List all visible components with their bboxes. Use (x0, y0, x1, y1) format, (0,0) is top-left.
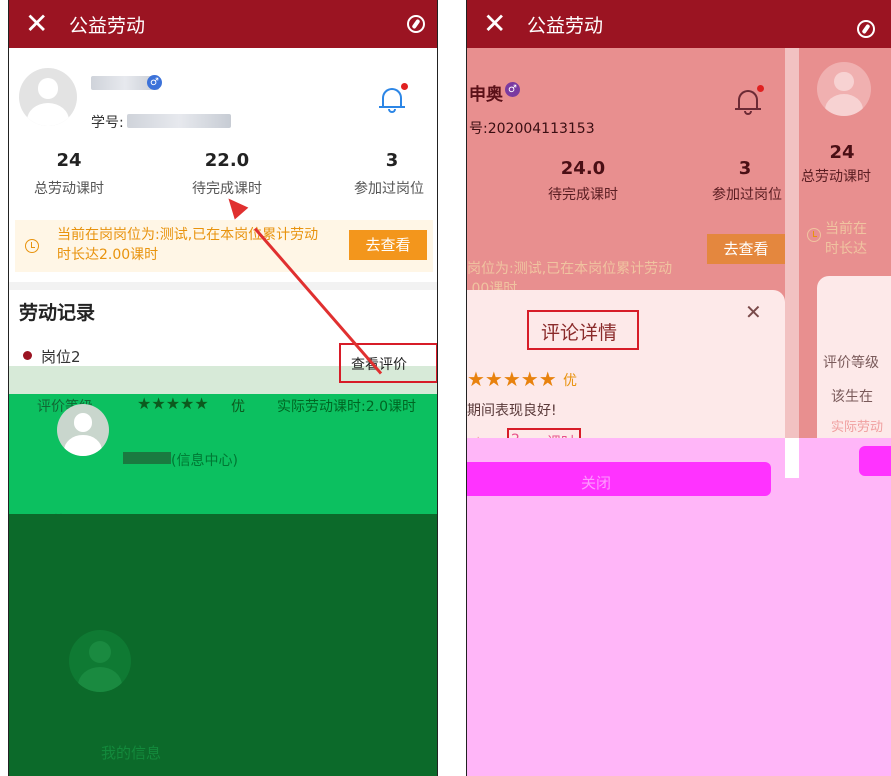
gender-male-icon: ♂ (147, 75, 162, 90)
reviewer-dept: (信息中心) (171, 453, 238, 469)
avatar (19, 68, 77, 126)
compass-icon[interactable] (407, 15, 425, 33)
app-header-right: ✕ 公益劳动 (467, 0, 891, 48)
far-hours: 实际劳动 (831, 420, 884, 435)
total-hours-value-next: 24 (829, 142, 855, 163)
modal-grade: 优 (563, 373, 577, 389)
compass-icon-right[interactable] (857, 20, 875, 38)
actual-hours: 实际劳动课时:2.0课时 (277, 399, 416, 415)
notice-line1-next: 当前在 (825, 221, 867, 237)
total-hours-label-next: 总劳动课时 (801, 169, 871, 185)
right-phone-screen: ✕ 公益劳动 申奥 ♂ 号:202004113153 24.0 待完成课时 3 … (466, 0, 891, 776)
total-hours-value: 24 (56, 150, 82, 171)
positions-value-right: 3 (738, 158, 752, 179)
close-button-right[interactable]: ✕ (483, 10, 513, 38)
panel-gap (785, 48, 799, 438)
student-id-label: 学号: (91, 115, 124, 131)
avatar-next-panel (817, 62, 871, 116)
app-header: ✕ 公益劳动 (9, 0, 437, 48)
positions-label-right: 参加过岗位 (712, 187, 782, 203)
notice-line1-right: 岗位为:测试,已在本岗位累计劳动 (467, 261, 673, 277)
reviewer-avatar (57, 404, 109, 456)
records-section-title: 劳动记录 (19, 302, 96, 324)
notice-line2-next: 时长达 (825, 241, 867, 257)
app-title-right: 公益劳动 (527, 14, 604, 37)
clock-icon-next (807, 228, 821, 242)
glitch-white-bar (785, 438, 799, 478)
bell-icon[interactable] (379, 83, 408, 114)
view-position-button[interactable]: 去查看 (349, 230, 427, 260)
gender-male-icon-right: ♂ (505, 82, 520, 97)
reviewer-name-redacted (123, 452, 171, 464)
positions-value: 3 (385, 150, 399, 171)
notice-line2: 时长达2.00课时 (57, 247, 159, 263)
total-hours-label: 总劳动课时 (34, 181, 104, 197)
modal-title: 评论详情 (541, 322, 618, 344)
rating-grade: 优 (231, 399, 245, 415)
far-rating-label: 评价等级 (823, 355, 879, 371)
far-comment: 该生在 (831, 389, 873, 405)
close-button[interactable]: ✕ (25, 10, 55, 38)
positions-label: 参加过岗位 (354, 181, 424, 197)
student-name-partial: 申奥 (469, 85, 503, 105)
modal-close-button-next[interactable] (859, 446, 891, 476)
pending-hours-label-right: 待完成课时 (548, 187, 618, 203)
modal-close-icon[interactable]: ✕ (745, 300, 762, 324)
section-divider (9, 282, 437, 290)
modal-stars: ★★★★★ (467, 367, 557, 391)
record-bullet (23, 351, 32, 360)
student-id-redacted (127, 114, 231, 128)
rating-stars: ★★★★★ (137, 394, 209, 413)
bottom-nav-my-info[interactable]: 我的信息 (101, 742, 161, 763)
reviewer-avatar-faded (69, 630, 131, 692)
current-position-notice: 当前在岗岗位为:测试,已在本岗位累计劳动 时长达2.00课时 去查看 (15, 220, 433, 272)
clock-icon (25, 239, 39, 253)
pending-hours-label: 待完成课时 (192, 181, 262, 197)
app-title: 公益劳动 (69, 14, 146, 37)
notice-line1: 当前在岗岗位为:测试,已在本岗位累计劳动 (57, 227, 319, 243)
modal-comment: 期间表现良好! (467, 403, 557, 419)
record-item-name: 岗位2 (41, 348, 81, 366)
pending-hours-value-right: 24.0 (560, 158, 606, 179)
student-id-partial: 号:202004113153 (469, 121, 595, 137)
modal-close-button-label: 关闭 (581, 474, 612, 492)
view-position-button-right[interactable]: 去查看 (707, 234, 785, 264)
bell-icon-right[interactable] (735, 85, 764, 116)
left-phone-screen: ✕ 公益劳动 ♂ 学号: 24 总劳动课时 22.0 待完成课时 3 参加过岗位… (8, 0, 438, 776)
modal-close-button[interactable] (467, 462, 771, 496)
pending-hours-value: 22.0 (204, 150, 250, 171)
